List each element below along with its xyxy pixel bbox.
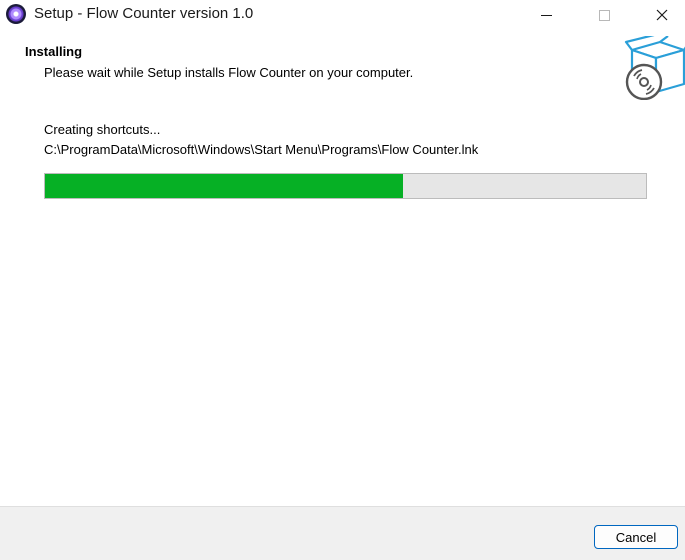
footer-bar: Cancel bbox=[0, 506, 685, 560]
setup-box-disc-icon bbox=[624, 36, 685, 100]
status-text: Creating shortcuts... bbox=[44, 122, 161, 137]
setup-window: Setup - Flow Counter version 1.0 Install… bbox=[0, 0, 685, 560]
maximize-button bbox=[581, 0, 627, 30]
wizard-header: Installing Please wait while Setup insta… bbox=[0, 30, 685, 104]
progress-fill bbox=[45, 174, 403, 198]
page-subtitle: Please wait while Setup installs Flow Co… bbox=[44, 65, 414, 80]
current-file-path: C:\ProgramData\Microsoft\Windows\Start M… bbox=[44, 142, 479, 157]
minimize-icon bbox=[540, 14, 552, 16]
page-title: Installing bbox=[25, 44, 83, 59]
install-progress-bar bbox=[44, 173, 647, 199]
title-bar[interactable]: Setup - Flow Counter version 1.0 bbox=[0, 0, 685, 30]
minimize-button[interactable] bbox=[523, 0, 569, 30]
close-icon bbox=[656, 9, 668, 21]
app-icon bbox=[6, 4, 26, 24]
maximize-icon bbox=[598, 9, 610, 21]
cancel-button[interactable]: Cancel bbox=[594, 525, 678, 549]
close-button[interactable] bbox=[639, 0, 685, 30]
window-title: Setup - Flow Counter version 1.0 bbox=[34, 5, 254, 22]
